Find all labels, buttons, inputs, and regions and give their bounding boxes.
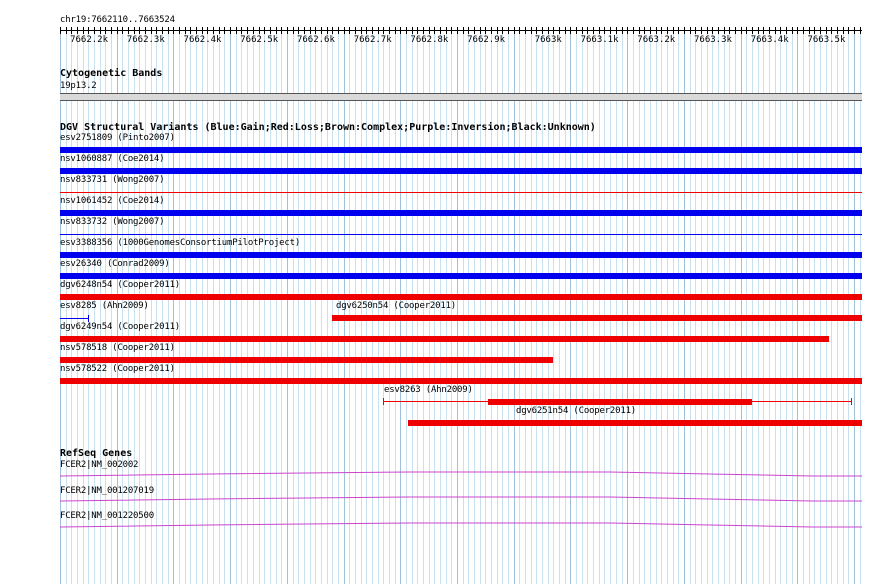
refseq-gene-line[interactable] [59, 471, 862, 477]
refseq-gene-line[interactable] [59, 496, 862, 502]
refseq-gene-line[interactable] [59, 522, 862, 528]
refseq-gene-lines [59, 471, 862, 528]
